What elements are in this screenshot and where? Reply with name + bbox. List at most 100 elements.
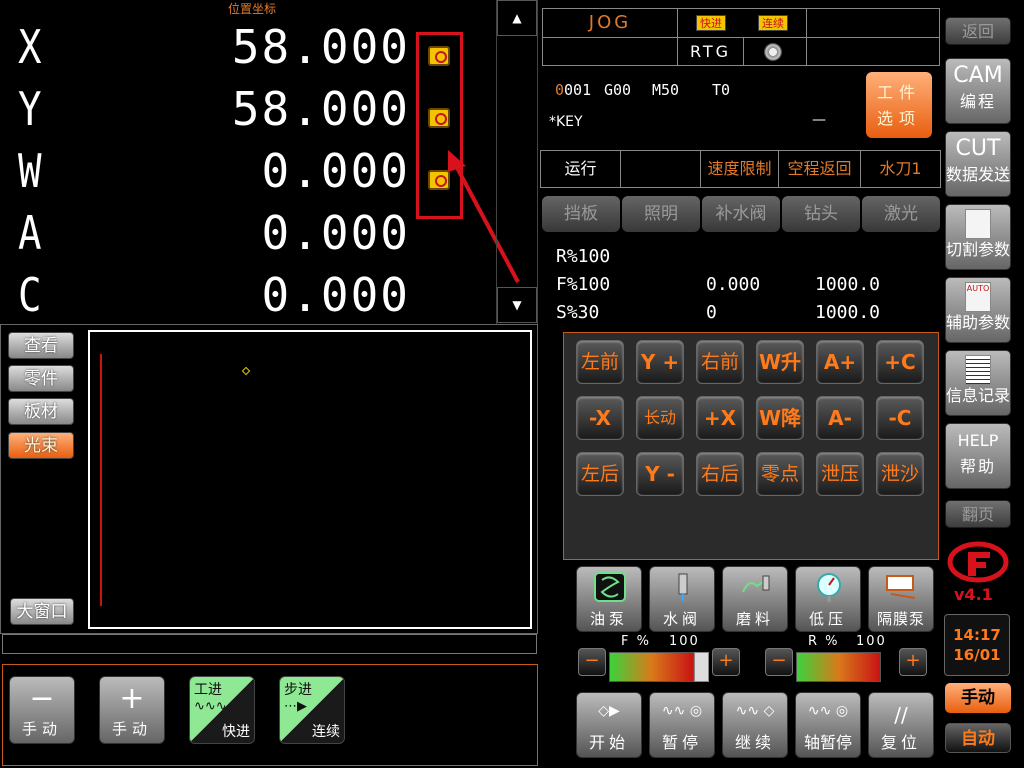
rapid-decrease-button[interactable]: −	[765, 648, 793, 676]
jog-y-plus[interactable]: Y +	[636, 340, 684, 384]
manual-minus-button[interactable]: − 手动	[9, 676, 75, 744]
cam-button[interactable]: CAM 编程	[945, 58, 1011, 124]
cut-label: CUT	[955, 136, 1001, 161]
jog-a-plus[interactable]: A+	[816, 340, 864, 384]
low-pressure-button[interactable]: 低压	[795, 566, 861, 632]
start-icon: ◇▶	[598, 703, 620, 719]
help-button[interactable]: HELP 帮助	[945, 423, 1011, 489]
start-button[interactable]: ◇▶ 开始	[576, 692, 642, 758]
abrasive-button[interactable]: 磨料	[722, 566, 788, 632]
low-pressure-label: 低压	[808, 610, 847, 628]
jog-y-minus[interactable]: Y -	[636, 452, 684, 496]
reset-button[interactable]: // 复位	[868, 692, 934, 758]
part-button[interactable]: 零件	[8, 365, 74, 392]
plus-icon: +	[119, 681, 145, 716]
drill-button[interactable]: 钻头	[782, 196, 860, 232]
oil-pump-button[interactable]: 油泵	[576, 566, 642, 632]
lock-icon[interactable]	[428, 108, 450, 128]
axis-pause-button[interactable]: ∿∿ ◎ 轴暂停	[795, 692, 861, 758]
rapid-override-bar[interactable]	[796, 652, 881, 682]
diaphragm-pump-button[interactable]: 隔膜泵	[868, 566, 934, 632]
info-log-button[interactable]: 信息记录	[945, 350, 1011, 416]
feed-rapid-toggle[interactable]: 工进 ∿∿∿ 快进	[189, 676, 255, 744]
axis-value-c: 0.000	[261, 268, 410, 322]
gauge-icon	[817, 573, 841, 602]
back-button[interactable]: 返回	[945, 17, 1011, 45]
work-options-button[interactable]: 工件 选项	[866, 72, 932, 138]
resume-icon: ∿∿ ◇	[735, 703, 775, 719]
feed-set: 1000.0	[815, 274, 881, 295]
jog-c-minus[interactable]: -C	[876, 396, 924, 440]
mode-status-table: JOG 快进 连续 RTG	[542, 8, 940, 66]
water-valve-func-button[interactable]: 水阀	[649, 566, 715, 632]
jog-right-front[interactable]: 右前	[696, 340, 744, 384]
key-indicator: *KEY	[549, 114, 583, 130]
abrasive-label: 磨料	[735, 610, 774, 628]
log-icon	[965, 355, 991, 385]
page-button[interactable]: 翻页	[945, 500, 1011, 528]
wave-icon: ∿∿∿	[194, 699, 227, 714]
jog-release-sand[interactable]: 泄沙	[876, 452, 924, 496]
gear-icon	[764, 43, 782, 61]
laser-button[interactable]: 激光	[862, 196, 940, 232]
auto-mode-button[interactable]: 自动	[945, 723, 1011, 753]
jog-c-plus[interactable]: +C	[876, 340, 924, 384]
run-status-table: 运行 速度限制 空程返回 水刀1	[540, 150, 941, 188]
diaphragm-pump-icon	[886, 575, 916, 599]
jog-x-minus[interactable]: -X	[576, 396, 624, 440]
jog-continuous[interactable]: 长动	[636, 396, 684, 440]
clock-date: 16/01	[953, 646, 1001, 664]
position-title: 位置坐标	[228, 2, 277, 16]
abrasive-icon	[742, 575, 770, 593]
feed-increase-button[interactable]: +	[712, 648, 740, 676]
sheet-button[interactable]: 板材	[8, 398, 74, 425]
jog-w-up[interactable]: W升	[756, 340, 804, 384]
start-label: 开始	[588, 733, 629, 752]
scroll-down-icon[interactable]: ▼	[497, 287, 537, 323]
cut-button[interactable]: CUT 数据发送	[945, 131, 1011, 197]
fast-tag: 快进	[696, 15, 726, 31]
water-valve-button[interactable]: 补水阀	[702, 196, 780, 232]
feed-override-bar[interactable]	[609, 652, 694, 682]
step-label: 步进	[284, 682, 312, 698]
continuous-tag: 连续	[758, 15, 788, 31]
pause-icon: ∿∿ ◎	[661, 703, 703, 719]
cut-params-button[interactable]: 切割参数	[945, 204, 1011, 270]
jog-left-back[interactable]: 左后	[576, 452, 624, 496]
manual-mode-button[interactable]: 手动	[945, 683, 1011, 713]
jog-zero[interactable]: 零点	[756, 452, 804, 496]
pump-icon	[594, 572, 626, 602]
feed-override-value: 100	[669, 634, 700, 649]
feed-decrease-button[interactable]: −	[578, 648, 606, 676]
lighting-button[interactable]: 照明	[622, 196, 700, 232]
jog-release-pressure[interactable]: 泄压	[816, 452, 864, 496]
manual-plus-button[interactable]: + 手动	[99, 676, 165, 744]
pause-label: 暂停	[661, 733, 702, 752]
feed-label: 工进	[194, 682, 222, 698]
resume-button[interactable]: ∿∿ ◇ 继续	[722, 692, 788, 758]
rapid-label: 快进	[222, 724, 250, 740]
position-scrollbar[interactable]: ▲ ▼	[496, 0, 538, 325]
jog-a-minus[interactable]: A-	[816, 396, 864, 440]
reset-label: 复位	[880, 733, 921, 752]
view-button[interactable]: 查看	[8, 332, 74, 359]
baffle-button[interactable]: 挡板	[542, 196, 620, 232]
jog-right-back[interactable]: 右后	[696, 452, 744, 496]
step-continuous-toggle[interactable]: 步进 ⋯▶ 连续	[279, 676, 345, 744]
scroll-up-icon[interactable]: ▲	[497, 0, 537, 36]
jog-left-front[interactable]: 左前	[576, 340, 624, 384]
rapid-increase-button[interactable]: +	[899, 648, 927, 676]
large-window-button[interactable]: 大窗口	[10, 598, 74, 625]
rapid-return-status: 空程返回	[779, 151, 861, 187]
beam-button[interactable]: 光束	[8, 432, 74, 459]
pause-button[interactable]: ∿∿ ◎ 暂停	[649, 692, 715, 758]
jog-w-down[interactable]: W降	[756, 396, 804, 440]
toolpath-canvas[interactable]	[88, 330, 532, 629]
waterjet-status: 水刀1	[879, 159, 922, 178]
version-label: v4.1	[954, 585, 993, 604]
lock-icon[interactable]	[428, 46, 450, 66]
jog-x-plus[interactable]: +X	[696, 396, 744, 440]
aux-params-button[interactable]: AUTO 辅助参数	[945, 277, 1011, 343]
feed-override-thumb[interactable]	[694, 652, 709, 682]
resume-label: 继续	[734, 733, 775, 752]
